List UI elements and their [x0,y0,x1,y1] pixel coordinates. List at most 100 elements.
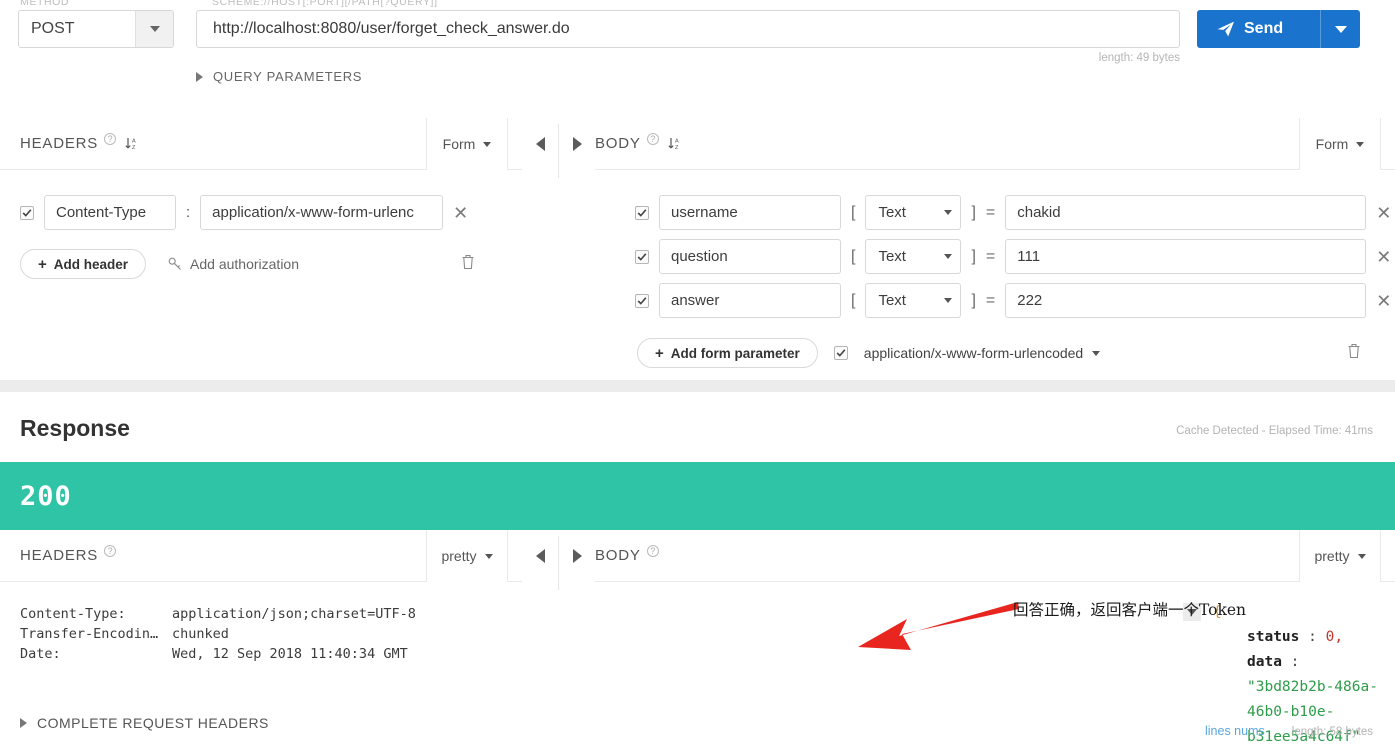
send-button[interactable]: Send [1197,10,1360,48]
body-param-value-input[interactable]: chakid [1005,195,1367,230]
response-body-title: BODY [595,547,641,564]
request-panels: HEADERS ? A Z Form Content-Type: applic… [0,118,1395,380]
add-header-button[interactable]: + Add header [20,249,147,279]
response-meta: Cache Detected - Elapsed Time: 41ms [1176,425,1373,437]
request-body-actions: + Add form parameter application/x-www-f… [637,338,1395,368]
response-header-value: application/json;charset=UTF-8 [172,606,416,622]
sort-az-icon[interactable]: A Z [667,136,682,151]
send-button-label: Send [1244,20,1284,37]
chevron-right-icon [196,71,203,82]
method-label: METHOD [20,0,70,8]
method-select[interactable]: POST [18,10,174,48]
add-form-parameter-button[interactable]: + Add form parameter [637,338,818,368]
request-body-panel: BODY ? A Z Form username [Text] = chak… [595,118,1395,380]
add-form-parameter-label: Add form parameter [670,345,800,361]
bracket-close: ] [971,203,976,221]
help-icon[interactable]: ? [646,544,659,557]
collapse-left-button[interactable] [522,118,558,380]
triangle-right-icon [572,549,582,563]
body-param-name-input[interactable]: question [659,239,841,274]
complete-request-headers-toggle[interactable]: COMPLETE REQUEST HEADERS [20,715,269,731]
request-toolbar: METHOD SCHEME://HOST[:PORT][/PATH[?QUERY… [0,0,1395,98]
request-headers-header: HEADERS ? A Z Form [0,118,522,170]
api-client-window: METHOD SCHEME://HOST[:PORT][/PATH[?QUERY… [0,0,1395,744]
request-headers-actions: + Add header Add authorization [20,249,522,279]
response-header-row: Content-Type: application/json;charset=U… [20,606,522,622]
response-length: length: 58 bytes [1291,726,1373,738]
send-button-main[interactable]: Send [1197,20,1320,38]
body-content-type-select[interactable]: application/x-www-form-urlencoded [863,345,1101,361]
response-body-format-select[interactable]: pretty [1299,530,1381,582]
body-content-type-checkbox[interactable] [833,346,848,360]
clear-body-icon[interactable] [1347,343,1361,364]
help-icon[interactable]: ? [104,132,117,145]
url-input[interactable]: http://localhost:8080/user/forget_check_… [196,10,1180,48]
chevron-right-icon [20,718,27,728]
response-headers-format-select[interactable]: pretty [426,530,508,582]
body-param-enabled-checkbox[interactable] [635,205,649,220]
request-headers-format-value: Form [442,136,476,152]
request-body-format-select[interactable]: Form [1299,118,1381,170]
collapse-right-button[interactable] [559,118,595,380]
send-dropdown[interactable] [1320,10,1360,48]
remove-body-param-icon[interactable]: ✕ [1376,292,1391,310]
remove-body-param-icon[interactable]: ✕ [1376,204,1391,222]
response-body-header: BODY ? pretty [595,530,1395,582]
response-headers-header: HEADERS ? pretty [0,530,522,582]
body-param-name-input[interactable]: username [659,195,841,230]
method-dropdown-arrow[interactable] [135,11,173,47]
request-response-divider[interactable] [0,380,1395,392]
body-content-type-value: application/x-www-form-urlencoded [863,345,1084,361]
status-code: 200 [20,480,72,512]
equals-sign: = [985,203,996,221]
body-param-type-select[interactable]: Text [865,195,962,230]
clear-headers-icon[interactable] [461,254,475,275]
request-body-row: username [ Text ] = chakid ✕ [635,195,1395,230]
request-header-enabled-checkbox[interactable] [20,205,34,220]
remove-header-icon[interactable]: ✕ [453,204,468,222]
response-headers-panel: HEADERS ? pretty Content-Type: applicati… [0,530,522,744]
request-header-value-input[interactable]: application/x-www-form-urlenc [200,195,444,230]
chevron-down-icon [483,141,492,147]
request-headers-format-select[interactable]: Form [426,118,508,170]
bracket-close: ] [971,291,976,309]
body-param-type-value: Text [878,248,906,265]
query-parameters-toggle[interactable]: QUERY PARAMETERS [196,69,362,84]
request-body-header: BODY ? A Z Form [595,118,1395,170]
svg-text:Z: Z [132,145,136,151]
chevron-down-icon [149,26,160,32]
json-value-status: 0, [1325,629,1344,645]
triangle-left-icon [535,549,545,563]
request-header-name-input[interactable]: Content-Type [44,195,176,230]
help-icon[interactable]: ? [646,132,659,145]
chevron-down-icon [944,210,953,215]
add-authorization-button[interactable]: Add authorization [168,256,299,272]
body-param-type-select[interactable]: Text [865,283,962,318]
equals-sign: = [985,291,996,309]
annotation-text: 回答正确，返回客户端一个Token [1013,601,1247,619]
body-param-enabled-checkbox[interactable] [635,293,649,308]
plus-icon: + [38,255,47,273]
response-panels: HEADERS ? pretty Content-Type: applicati… [0,530,1395,744]
response-headers-format-value: pretty [441,548,477,564]
collapse-right-button[interactable] [559,530,595,744]
request-body-title: BODY [595,135,641,152]
collapse-left-button[interactable] [522,530,558,744]
help-icon[interactable]: ? [104,544,117,557]
body-param-type-value: Text [878,204,906,221]
body-param-name-input[interactable]: answer [659,283,841,318]
response-header: Response Cache Detected - Elapsed Time: … [0,392,1395,462]
lines-nums-link[interactable]: lines nums [1205,724,1265,738]
request-header-row: Content-Type : application/x-www-form-ur… [20,195,522,230]
body-param-value-input[interactable]: 222 [1005,283,1367,318]
response-header-value: chunked [172,626,229,642]
sort-az-icon[interactable]: A Z [124,136,139,151]
remove-body-param-icon[interactable]: ✕ [1376,248,1391,266]
body-param-value-input[interactable]: 111 [1005,239,1367,274]
response-header-key: Content-Type: [20,606,126,622]
body-param-enabled-checkbox[interactable] [635,249,649,264]
body-param-type-select[interactable]: Text [865,239,962,274]
response-body-format-value: pretty [1314,548,1350,564]
response-headers-title: HEADERS [20,547,99,564]
request-headers-title: HEADERS [20,135,99,152]
